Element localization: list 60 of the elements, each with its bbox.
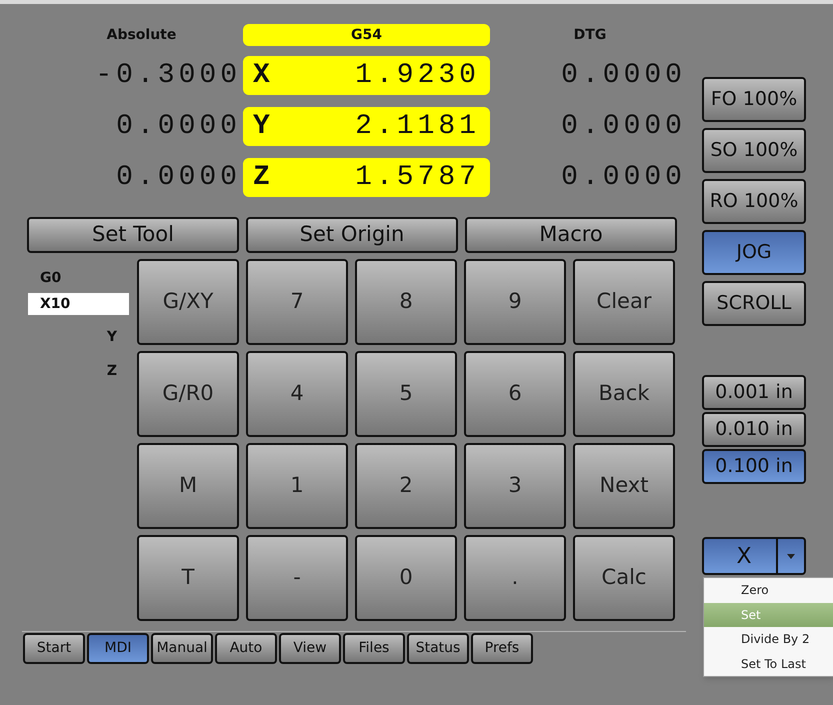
position-value: 0.0000 bbox=[561, 160, 686, 194]
increment-button[interactable]: 0.100 in bbox=[702, 449, 806, 484]
tab[interactable]: Auto bbox=[215, 633, 277, 664]
tab[interactable]: Files bbox=[343, 633, 405, 664]
axis-label: Z bbox=[106, 362, 117, 381]
work-position-display: X 1.9230 bbox=[243, 56, 490, 95]
gcode-field[interactable]: X10 bbox=[28, 293, 129, 315]
keypad-key[interactable]: 7 bbox=[246, 259, 348, 345]
work-position-display: Z 1.5787 bbox=[243, 158, 490, 197]
menu-item[interactable]: Zero bbox=[704, 578, 833, 602]
increment-button[interactable]: 0.001 in bbox=[702, 375, 806, 410]
keypad-key[interactable]: 2 bbox=[355, 443, 457, 529]
axis-dropdown[interactable]: X bbox=[702, 537, 806, 575]
position-value: -0.3000 bbox=[95, 58, 241, 92]
keypad-key[interactable]: T bbox=[137, 535, 239, 621]
mode-button[interactable]: JOG bbox=[702, 230, 806, 275]
keypad-key[interactable]: 8 bbox=[355, 259, 457, 345]
keypad-key[interactable]: 3 bbox=[464, 443, 566, 529]
keypad-key[interactable]: 4 bbox=[246, 351, 348, 437]
position-value: 0.0000 bbox=[561, 58, 686, 92]
column-label: DTG bbox=[574, 26, 606, 44]
action-button[interactable]: Set Tool bbox=[27, 217, 239, 253]
tab[interactable]: MDI bbox=[87, 633, 149, 664]
keypad-key[interactable]: G/XY bbox=[137, 259, 239, 345]
caret-icon bbox=[787, 554, 795, 558]
menu-item[interactable]: Set To Last bbox=[704, 652, 833, 676]
keypad-key[interactable]: M bbox=[137, 443, 239, 529]
tab[interactable]: Prefs bbox=[471, 633, 533, 664]
position-value: 0.0000 bbox=[561, 110, 686, 144]
keypad-key[interactable]: - bbox=[246, 535, 348, 621]
keypad-key[interactable]: Back bbox=[573, 351, 675, 437]
position-value: 0.0000 bbox=[116, 160, 241, 194]
keypad-key[interactable]: 1 bbox=[246, 443, 348, 529]
axis-label: Y bbox=[106, 328, 117, 347]
keypad-key[interactable]: . bbox=[464, 535, 566, 621]
mode-button[interactable]: SCROLL bbox=[702, 281, 806, 326]
column-label: Absolute bbox=[106, 26, 176, 44]
keypad-key[interactable]: Next bbox=[573, 443, 675, 529]
action-button[interactable]: Set Origin bbox=[246, 217, 458, 253]
keypad-key[interactable]: 6 bbox=[464, 351, 566, 437]
keypad-key[interactable]: Clear bbox=[573, 259, 675, 345]
action-button[interactable]: Macro bbox=[465, 217, 677, 253]
keypad-key[interactable]: Calc bbox=[573, 535, 675, 621]
mode-button[interactable]: RO 100% bbox=[702, 179, 806, 224]
modal-code: G0 bbox=[40, 270, 62, 286]
tab[interactable]: Manual bbox=[151, 633, 213, 664]
increment-button[interactable]: 0.010 in bbox=[702, 412, 806, 447]
offset-label: G54 bbox=[243, 24, 490, 46]
keypad-key[interactable]: 9 bbox=[464, 259, 566, 345]
tab[interactable]: Status bbox=[407, 633, 469, 664]
tab[interactable]: Start bbox=[23, 633, 85, 664]
menu-item[interactable]: Divide By 2 bbox=[704, 627, 833, 652]
mode-button[interactable]: SO 100% bbox=[702, 128, 806, 173]
work-position-display: Y 2.1181 bbox=[243, 107, 490, 146]
tab[interactable]: View bbox=[279, 633, 341, 664]
keypad-key[interactable]: 5 bbox=[355, 351, 457, 437]
keypad-key[interactable]: G/R0 bbox=[137, 351, 239, 437]
mode-button[interactable]: FO 100% bbox=[702, 77, 806, 122]
position-value: 0.0000 bbox=[116, 110, 241, 144]
keypad-key[interactable]: 0 bbox=[355, 535, 457, 621]
